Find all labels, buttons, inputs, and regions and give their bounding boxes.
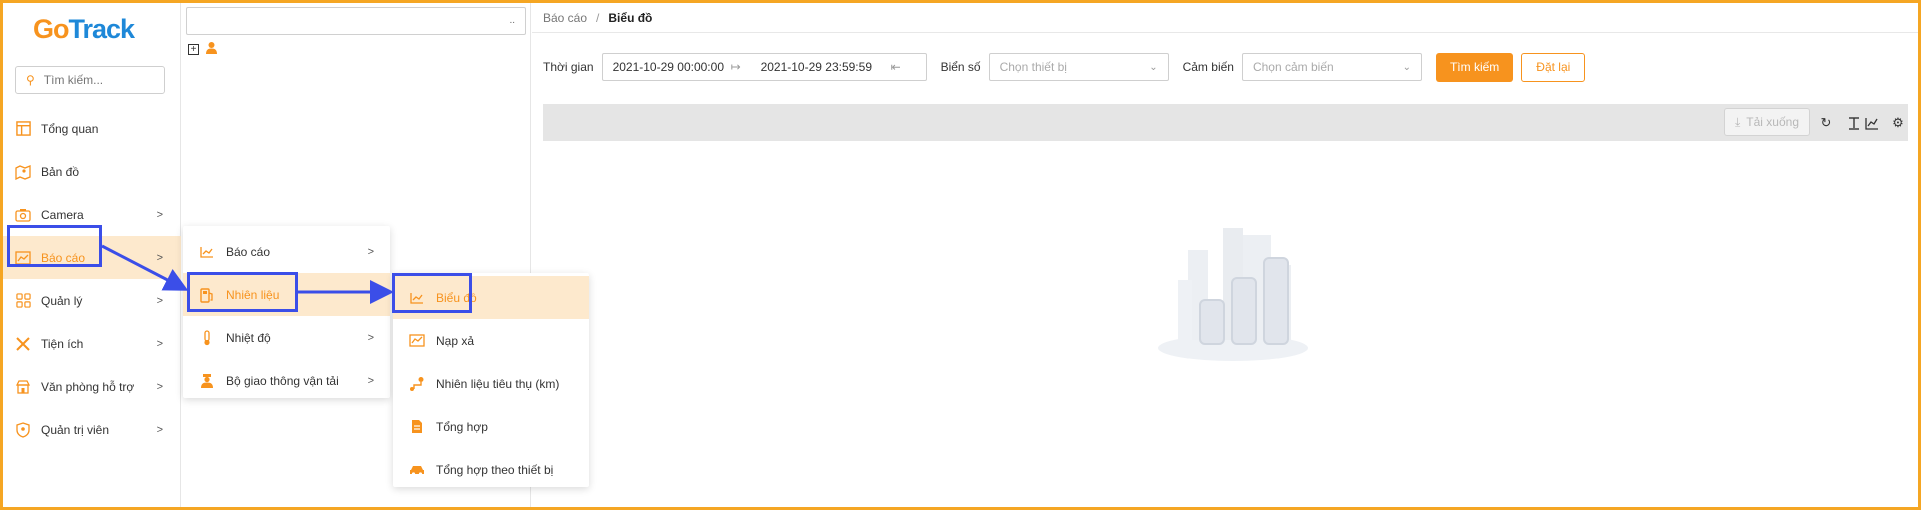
shield-icon (15, 421, 31, 438)
menu-item-label: Nhiệt độ (226, 330, 271, 345)
text-height-icon[interactable] (1846, 115, 1862, 131)
sidebar-item-manage[interactable]: Quản lý > (3, 279, 181, 322)
chevron-right-icon: > (367, 331, 374, 344)
area-chart-icon (409, 333, 425, 349)
breadcrumb-parent[interactable]: Báo cáo (543, 11, 587, 25)
chevron-right-icon: > (156, 294, 163, 307)
sidebar-item-label: Tiện ích (41, 336, 84, 351)
search-icon: ⚲ (26, 73, 35, 87)
chevron-right-icon: > (156, 380, 163, 393)
time-label: Thời gian (543, 60, 594, 74)
menu-item-fuel-consumption[interactable]: Nhiên liệu tiêu thụ (km) (393, 362, 589, 405)
officer-icon (199, 373, 215, 389)
tree-toolbar: + (188, 41, 218, 58)
chevron-right-icon: > (156, 208, 163, 221)
sensor-select-placeholder: Chọn cảm biến (1252, 60, 1334, 74)
tree-search-input[interactable]: .. (186, 7, 526, 35)
download-label: Tải xuống (1746, 115, 1799, 129)
sidebar-item-map[interactable]: Bản đồ (3, 150, 181, 193)
end-date[interactable]: 2021-10-29 23:59:59 (761, 60, 891, 74)
chevron-down-icon: ⌄ (1149, 61, 1158, 73)
chevron-right-icon: > (156, 251, 163, 264)
sidebar-item-label: Camera (41, 207, 84, 222)
map-icon (15, 164, 31, 180)
download-icon: ⤓ (1734, 114, 1741, 129)
sidebar-item-admin[interactable]: Quản trị viên > (3, 408, 181, 451)
menu-item-label: Nhiên liệu tiêu thụ (km) (436, 376, 560, 391)
chevron-right-icon: > (367, 374, 374, 387)
menu-item-label: Bộ giao thông vận tải (226, 373, 339, 388)
menu-item-label: Báo cáo (226, 244, 271, 259)
chevron-right-icon: > (156, 423, 163, 436)
sidebar-nav: Tổng quan Bản đồ Camera > Báo cáo > Quản… (3, 107, 181, 451)
menu-item-temperature[interactable]: Nhiệt độ > (183, 316, 390, 359)
line-chart-icon[interactable] (1864, 115, 1880, 131)
chart-icon (199, 244, 215, 260)
tools-icon (15, 336, 31, 352)
highlight-reports (7, 225, 102, 267)
sidebar-item-label: Tổng quan (41, 121, 99, 136)
sidebar-search[interactable]: ⚲ (15, 66, 165, 94)
gear-icon[interactable]: ⚙ (1890, 115, 1906, 131)
gotrack-logo[interactable]: Go Track (33, 9, 136, 49)
menu-item-reports[interactable]: Báo cáo > (183, 230, 390, 273)
camera-icon (15, 207, 31, 223)
menu-item-summary-by-device[interactable]: Tổng hợp theo thiết bị (393, 448, 589, 491)
sidebar-item-label: Bản đồ (41, 164, 80, 179)
main-content: Báo cáo / Biểu đồ Thời gian 2021-10-29 00:… (532, 3, 1918, 507)
arrow-left-icon: ⇤ (890, 60, 901, 74)
logo-go: Go (33, 13, 69, 44)
highlight-chart (392, 273, 472, 313)
menu-item-label: Nạp xả (436, 333, 475, 348)
thermometer-icon (199, 329, 215, 346)
sidebar-item-label: Quản lý (41, 293, 83, 308)
reset-button[interactable]: Đặt lại (1521, 52, 1586, 82)
user-icon[interactable] (205, 41, 218, 58)
chevron-right-icon: > (156, 337, 163, 350)
empty-state-illustration (1148, 220, 1318, 365)
sidebar-item-label: Văn phòng hỗ trợ (41, 379, 135, 394)
reports-submenu: Báo cáo > Nhiên liệu Nhiệt độ > Bộ giao … (183, 226, 390, 398)
breadcrumb-current: Biểu đồ (608, 11, 653, 25)
breadcrumb: Báo cáo / Biểu đồ (543, 11, 652, 25)
document-icon (409, 419, 425, 435)
refresh-icon[interactable]: ↻ (1818, 115, 1834, 131)
arrow-right-icon: ↦ (730, 60, 741, 74)
device-select[interactable]: Chọn thiết bị ⌄ (988, 53, 1169, 81)
sidebar-item-support-office[interactable]: Văn phòng hỗ trợ > (3, 365, 181, 408)
chevron-down-icon: ⌄ (1402, 61, 1411, 73)
download-button[interactable]: ⤓ Tải xuống (1723, 108, 1810, 136)
chart-toolbar: ⤓ Tải xuống ↻ ⚙ (543, 104, 1908, 141)
date-range-picker[interactable]: 2021-10-29 00:00:00 ↦ 2021-10-29 23:59:5… (601, 53, 927, 81)
device-select-placeholder: Chọn thiết bị (999, 60, 1067, 74)
menu-item-summary[interactable]: Tổng hợp (393, 405, 589, 448)
expand-plus-icon[interactable]: + (188, 44, 199, 55)
menu-item-label: Tổng hợp (436, 419, 488, 434)
layout-icon (15, 121, 31, 137)
sensor-select[interactable]: Chọn cảm biến ⌄ (1241, 53, 1422, 81)
sidebar-item-utilities[interactable]: Tiện ích > (3, 322, 181, 365)
grid-icon (15, 293, 31, 309)
car-icon (409, 462, 425, 478)
menu-item-refuel-drain[interactable]: Nạp xả (393, 319, 589, 362)
divider (532, 32, 1918, 33)
breadcrumb-separator: / (596, 11, 600, 25)
start-date[interactable]: 2021-10-29 00:00:00 (613, 60, 731, 74)
chevron-right-icon: > (367, 245, 374, 258)
logo-track: Track (68, 13, 136, 44)
highlight-fuel (187, 272, 298, 312)
sensor-label: Cảm biến (1182, 60, 1234, 74)
route-icon (409, 376, 425, 392)
tree-search-dots: .. (509, 15, 515, 26)
sidebar-item-label: Quản trị viên (41, 422, 110, 437)
sidebar-item-overview[interactable]: Tổng quan (3, 107, 181, 150)
sidebar-search-input[interactable] (43, 73, 154, 87)
office-icon (15, 379, 31, 395)
menu-item-transport-ministry[interactable]: Bộ giao thông vận tải > (183, 359, 390, 402)
filter-bar: Thời gian 2021-10-29 00:00:00 ↦ 2021-10-… (543, 52, 1586, 82)
search-button[interactable]: Tìm kiếm (1435, 52, 1514, 82)
menu-item-label: Tổng hợp theo thiết bị (436, 462, 554, 477)
plate-label: Biển số (940, 60, 981, 74)
